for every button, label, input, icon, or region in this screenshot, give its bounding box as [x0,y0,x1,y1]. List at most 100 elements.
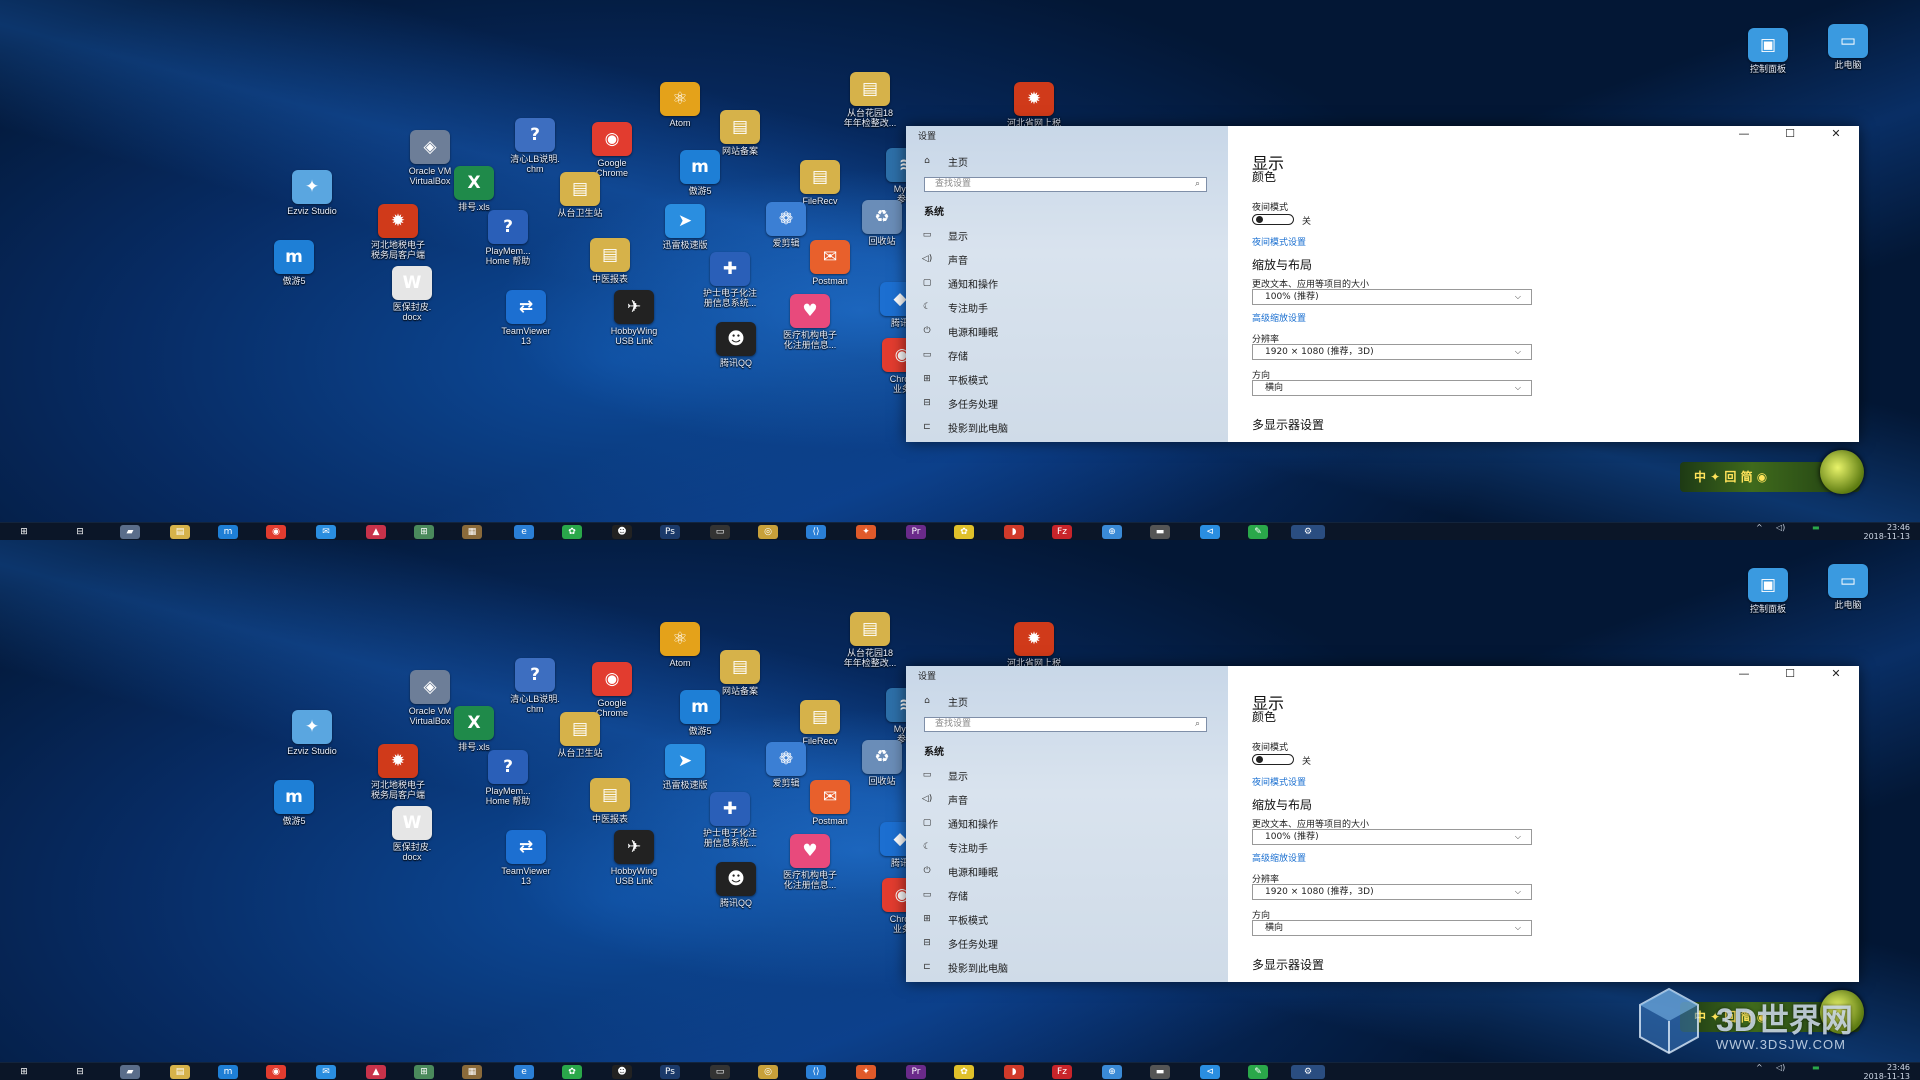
nav-item[interactable]: ▭ 存储 [920,346,968,364]
qq-icon[interactable]: ☻ [612,525,632,539]
nav-item[interactable]: ⊞ 平板模式 [920,910,988,928]
start-button[interactable]: ⊞ [14,525,34,539]
vs-code-icon[interactable]: ⟨⟩ [806,525,826,539]
desktop-widget[interactable]: 中 ✦ 回 简 ◉ [1680,450,1864,494]
desktop-icon[interactable]: ◉ Google Chrome [572,662,652,718]
advanced-scaling-link[interactable]: 高级缩放设置 [1252,311,1306,324]
mail-icon[interactable]: ✉ [316,1065,336,1079]
advanced-scaling-link[interactable]: 高级缩放设置 [1252,851,1306,864]
maximize-button[interactable]: ☐ [1767,666,1813,684]
filezilla-icon[interactable]: Fz [1052,525,1072,539]
nav-home[interactable]: ⌂ 主页 [920,152,968,170]
desktop-icon[interactable]: ➤ 迅雷极速版 [645,204,725,250]
desktop-icon[interactable]: ▤ 从台花园18 年年检整改... [830,612,910,668]
desktop-icon[interactable]: ☻ 腾讯QQ [696,322,776,368]
taskbar-clock[interactable]: 23:46 2018-11-13 [1838,523,1911,540]
desktop-icon[interactable]: ▤ 中医报表 [570,238,650,284]
tray-chevron-icon[interactable]: ^ [1756,1063,1763,1072]
mail-icon[interactable]: ✉ [316,525,336,539]
maximize-button[interactable]: ☐ [1767,126,1813,144]
paint-icon[interactable]: ✎ [1248,525,1268,539]
taskbar-clock[interactable]: 23:46 2018-11-13 [1838,1063,1911,1080]
battery-icon[interactable]: ▬ [1812,1063,1820,1072]
night-light-toggle[interactable] [1252,754,1294,765]
console-icon[interactable]: ▬ [1150,525,1170,539]
desktop-icon[interactable]: ⇄ TeamViewer 13 [486,290,566,346]
desktop-icon[interactable]: ✉ Postman [790,240,870,286]
photoshop-icon[interactable]: Ps [660,525,680,539]
terminal-icon[interactable]: ▭ [710,525,730,539]
nav-item[interactable]: ⊏ 投影到此电脑 [920,418,1008,436]
chat-icon[interactable]: ✦ [856,1065,876,1079]
scale-dropdown[interactable]: 100% (推荐) ⌵ [1252,829,1532,845]
desktop-icon[interactable]: ✈ HobbyWing USB Link [594,290,674,346]
task-view-icon[interactable]: ⊟ [70,1065,90,1079]
disc-icon[interactable]: ◎ [758,1065,778,1079]
duck-icon[interactable]: ✿ [954,1065,974,1079]
desktop-icon[interactable]: m 傲游5 [660,690,740,736]
maxthon-icon[interactable]: m [218,525,238,539]
nav-item[interactable]: ☾ 专注助手 [920,298,988,316]
desktop-icon[interactable]: ♥ 医疗机构电子 化注册信息... [770,834,850,890]
nav-item[interactable]: ▭ 显示 [920,766,968,784]
desktop-icon[interactable]: X 排号.xls [434,166,514,212]
close-button[interactable]: ✕ [1813,126,1859,144]
network-icon[interactable]: ⊞ [414,1065,434,1079]
browser-icon[interactable]: e [514,1065,534,1079]
file-explorer-icon[interactable]: ▤ [170,525,190,539]
device-icon[interactable]: ▰ [120,525,140,539]
nav-item[interactable]: ⏻ 电源和睡眠 [920,322,998,340]
vs-icon[interactable]: ⊲ [1200,525,1220,539]
maxthon-icon[interactable]: m [218,1065,238,1079]
nav-item[interactable]: ☾ 专注助手 [920,838,988,856]
desktop-widget[interactable]: 中 ✦ 回 简 ◉ [1680,990,1864,1034]
minimize-button[interactable]: — [1721,666,1767,684]
desktop-icon[interactable]: ✹ 河北地税电子 税务局客户端 [358,204,438,260]
wechat-icon[interactable]: ✿ [562,525,582,539]
desktop-icon[interactable]: ✦ Ezviz Studio [272,170,352,216]
console-icon[interactable]: ▬ [1150,1065,1170,1079]
chat-icon[interactable]: ✦ [856,525,876,539]
desktop-icon[interactable]: ✉ Postman [790,780,870,826]
desktop-icon[interactable]: ♥ 医疗机构电子 化注册信息... [770,294,850,350]
desktop-icon[interactable]: W 医保封皮. docx [372,266,452,322]
chrome-icon[interactable]: ◉ [266,525,286,539]
minimize-button[interactable]: — [1721,126,1767,144]
desktop-icon[interactable]: ◉ Google Chrome [572,122,652,178]
nav-item[interactable]: ⊞ 平板模式 [920,370,988,388]
vs-icon[interactable]: ⊲ [1200,1065,1220,1079]
media-icon[interactable]: ▦ [462,525,482,539]
nav-item[interactable]: ◁) 声音 [920,790,968,808]
media-icon[interactable]: ▦ [462,1065,482,1079]
device-icon[interactable]: ▰ [120,1065,140,1079]
nav-item[interactable]: ⊏ 投影到此电脑 [920,958,1008,976]
resolution-dropdown[interactable]: 1920 × 1080 (推荐，3D) ⌵ [1252,344,1532,360]
car-icon[interactable]: ▲ [366,525,386,539]
night-light-settings-link[interactable]: 夜间模式设置 [1252,775,1306,788]
desktop-icon[interactable]: ✹ 河北地税电子 税务局客户端 [358,744,438,800]
terminal-icon[interactable]: ▭ [710,1065,730,1079]
browser-icon[interactable]: e [514,525,534,539]
settings-icon[interactable]: ⚙ [1291,525,1325,539]
desktop-icon[interactable]: ⇄ TeamViewer 13 [486,830,566,886]
desktop-icon[interactable]: ? PlayMem... Home 帮助 [468,750,548,806]
scale-dropdown[interactable]: 100% (推荐) ⌵ [1252,289,1532,305]
desktop-icon[interactable]: ➤ 迅雷极速版 [645,744,725,790]
tray-chevron-icon[interactable]: ^ [1756,523,1763,532]
settings-icon[interactable]: ⚙ [1291,1065,1325,1079]
mango-icon[interactable]: ◗ [1004,1065,1024,1079]
desktop-icon[interactable]: ▤ 从台卫生站 [540,172,620,218]
nav-item[interactable]: ◁) 声音 [920,250,968,268]
duck-icon[interactable]: ✿ [954,525,974,539]
settings-search-input[interactable]: 查找设置 ⌕ [924,717,1207,732]
desktop-icon[interactable]: ▤ 从台花园18 年年检整改... [830,72,910,128]
task-view-icon[interactable]: ⊟ [70,525,90,539]
orientation-dropdown[interactable]: 横向 ⌵ [1252,920,1532,936]
premiere-icon[interactable]: Pr [906,1065,926,1079]
desktop-icon[interactable]: ▤ 从台卫生站 [540,712,620,758]
mango-icon[interactable]: ◗ [1004,525,1024,539]
file-explorer-icon[interactable]: ▤ [170,1065,190,1079]
desktop-icon[interactable]: X 排号.xls [434,706,514,752]
photoshop-icon[interactable]: Ps [660,1065,680,1079]
nav-item[interactable]: ▭ 显示 [920,226,968,244]
